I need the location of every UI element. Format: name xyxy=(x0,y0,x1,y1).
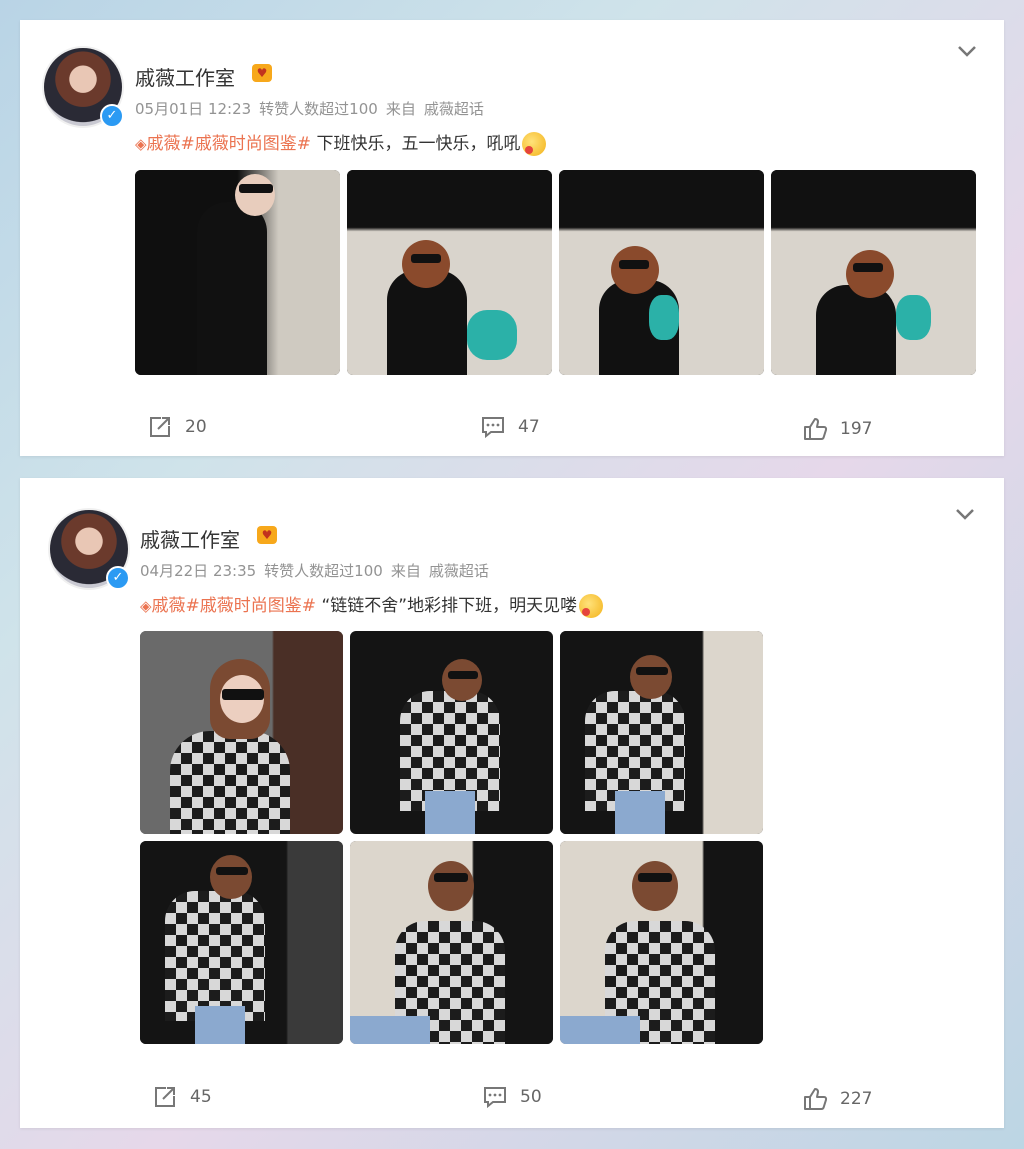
vip-icon: ♥ xyxy=(252,64,272,82)
repost-note: 转赞人数超过100 xyxy=(259,100,378,118)
repost-count: 45 xyxy=(190,1087,212,1107)
author-name[interactable]: 戚薇工作室 xyxy=(135,62,235,91)
like-button[interactable]: 227 xyxy=(802,1086,872,1112)
comment-icon xyxy=(482,417,504,439)
emoji-icon xyxy=(579,594,604,618)
hashtag-link[interactable]: #戚薇时尚图鉴# xyxy=(186,596,317,616)
post-meta: 04月22日 23:35 转赞人数超过100 来自 戚薇超话 xyxy=(140,560,489,581)
author-name[interactable]: 戚薇工作室 xyxy=(140,524,240,553)
supertopic-icon: ◈ xyxy=(135,135,147,153)
post-photo[interactable] xyxy=(135,170,340,375)
comment-count: 47 xyxy=(518,417,540,437)
verified-badge-icon: ✓ xyxy=(106,566,130,590)
post-photo[interactable] xyxy=(560,841,763,1044)
post-photo[interactable] xyxy=(559,170,764,375)
post-content: ◈戚薇#戚薇时尚图鉴# 下班快乐，五一快乐，吼吼 xyxy=(135,129,547,156)
source-prefix: 来自 xyxy=(390,562,421,580)
post-photo[interactable] xyxy=(771,170,976,375)
repost-button[interactable]: 45 xyxy=(152,1084,212,1110)
source-prefix: 来自 xyxy=(385,100,416,118)
supertopic-link[interactable]: 戚薇 xyxy=(147,134,181,154)
supertopic-icon: ◈ xyxy=(140,597,152,615)
post-photo[interactable] xyxy=(140,841,343,1044)
chevron-down-icon[interactable] xyxy=(956,44,978,58)
hashtag-link[interactable]: #戚薇时尚图鉴# xyxy=(181,134,312,154)
repost-button[interactable]: 20 xyxy=(147,414,207,440)
post-photo[interactable] xyxy=(560,631,763,834)
post-photo[interactable] xyxy=(347,170,552,375)
emoji-icon xyxy=(522,132,547,156)
repost-icon xyxy=(155,1087,175,1107)
weibo-post-card: ✓ 戚薇工作室 ♥ 04月22日 23:35 转赞人数超过100 来自 戚薇超话 ◈戚… xyxy=(20,478,1004,1128)
supertopic-link[interactable]: 戚薇 xyxy=(152,596,186,616)
like-button[interactable]: 197 xyxy=(802,416,872,442)
post-photo[interactable] xyxy=(140,631,343,834)
repost-count: 20 xyxy=(185,417,207,437)
post-meta: 05月01日 12:23 转赞人数超过100 来自 戚薇超话 xyxy=(135,98,484,119)
repost-icon xyxy=(150,417,170,437)
post-text: “链链不舍”地彩排下班，明天见喽 xyxy=(316,596,578,616)
chevron-down-icon[interactable] xyxy=(954,507,976,521)
verified-badge-icon: ✓ xyxy=(100,104,124,128)
like-count: 197 xyxy=(840,419,873,439)
post-text: 下班快乐，五一快乐，吼吼 xyxy=(311,134,521,154)
thumbs-up-icon xyxy=(804,1088,828,1110)
source-link[interactable]: 戚薇超话 xyxy=(429,562,489,580)
repost-note: 转赞人数超过100 xyxy=(264,562,383,580)
post-photo[interactable] xyxy=(350,631,553,834)
like-count: 227 xyxy=(840,1089,873,1109)
post-date[interactable]: 04月22日 23:35 xyxy=(140,562,256,580)
comment-icon xyxy=(484,1087,506,1109)
post-content: ◈戚薇#戚薇时尚图鉴# “链链不舍”地彩排下班，明天见喽 xyxy=(140,591,604,618)
comment-button[interactable]: 50 xyxy=(482,1084,542,1110)
post-date[interactable]: 05月01日 12:23 xyxy=(135,100,251,118)
comment-count: 50 xyxy=(520,1087,542,1107)
weibo-post-card: ✓ 戚薇工作室 ♥ 05月01日 12:23 转赞人数超过100 来自 戚薇超话 ◈戚… xyxy=(20,20,1004,456)
vip-icon: ♥ xyxy=(257,526,277,544)
thumbs-up-icon xyxy=(804,418,828,440)
source-link[interactable]: 戚薇超话 xyxy=(424,100,484,118)
comment-button[interactable]: 47 xyxy=(480,414,540,440)
post-photo[interactable] xyxy=(350,841,553,1044)
